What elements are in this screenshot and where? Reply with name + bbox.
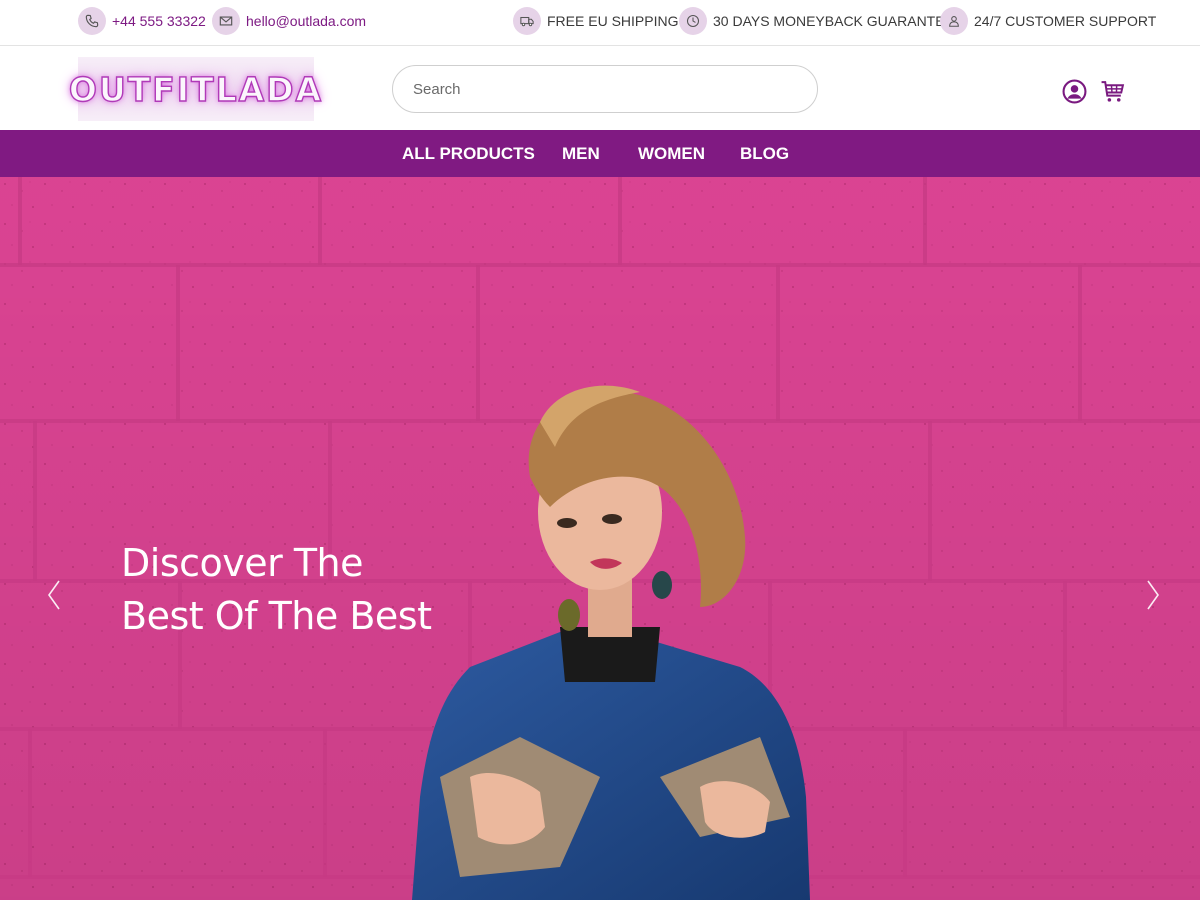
support-text: 24/7 CUSTOMER SUPPORT: [974, 12, 1157, 29]
top-info-bar: +44 555 33322 hello@outlada.com FREE EU …: [0, 0, 1200, 46]
search-input[interactable]: [392, 65, 818, 113]
logo-text[interactable]: OUTFITLADA: [68, 69, 323, 109]
site-logo[interactable]: OUTFITLADA: [68, 57, 322, 121]
truck-icon: [513, 6, 541, 35]
guarantee-text: 30 DAYS MONEYBACK GUARANTEE: [713, 12, 954, 29]
phone-contact[interactable]: +44 555 33322: [78, 4, 206, 37]
hero-title-line-1: Discover The: [121, 541, 364, 585]
envelope-icon: [212, 6, 240, 35]
phone-icon: [78, 6, 106, 35]
clock-icon: [679, 6, 707, 35]
phone-number[interactable]: +44 555 33322: [112, 13, 206, 29]
hero-title: Discover The Best Of The Best: [121, 537, 432, 643]
nav-item-women[interactable]: WOMEN: [638, 130, 705, 177]
guarantee-feature: 30 DAYS MONEYBACK GUARANTEE: [679, 4, 954, 37]
chevron-right-icon[interactable]: [1141, 575, 1165, 615]
person-icon: [940, 6, 968, 35]
hero-slider: Discover The Best Of The Best: [0, 177, 1200, 900]
user-circle-icon[interactable]: [1061, 78, 1087, 104]
hero-title-line-2: Best Of The Best: [121, 594, 432, 638]
nav-item-blog[interactable]: BLOG: [740, 130, 789, 177]
site-header: OUTFITLADA: [0, 47, 1200, 130]
nav-item-men[interactable]: MEN: [562, 130, 600, 177]
shipping-text: FREE EU SHIPPING: [547, 12, 679, 29]
email-address[interactable]: hello@outlada.com: [246, 13, 366, 29]
main-navigation: ALL PRODUCTS MEN WOMEN BLOG: [0, 130, 1200, 177]
cart-icon[interactable]: [1099, 78, 1125, 104]
email-contact[interactable]: hello@outlada.com: [212, 4, 366, 37]
shipping-feature: FREE EU SHIPPING: [513, 4, 678, 37]
chevron-left-icon[interactable]: [42, 575, 66, 615]
nav-item-all-products[interactable]: ALL PRODUCTS: [402, 130, 535, 177]
support-feature: 24/7 CUSTOMER SUPPORT: [940, 4, 1156, 37]
